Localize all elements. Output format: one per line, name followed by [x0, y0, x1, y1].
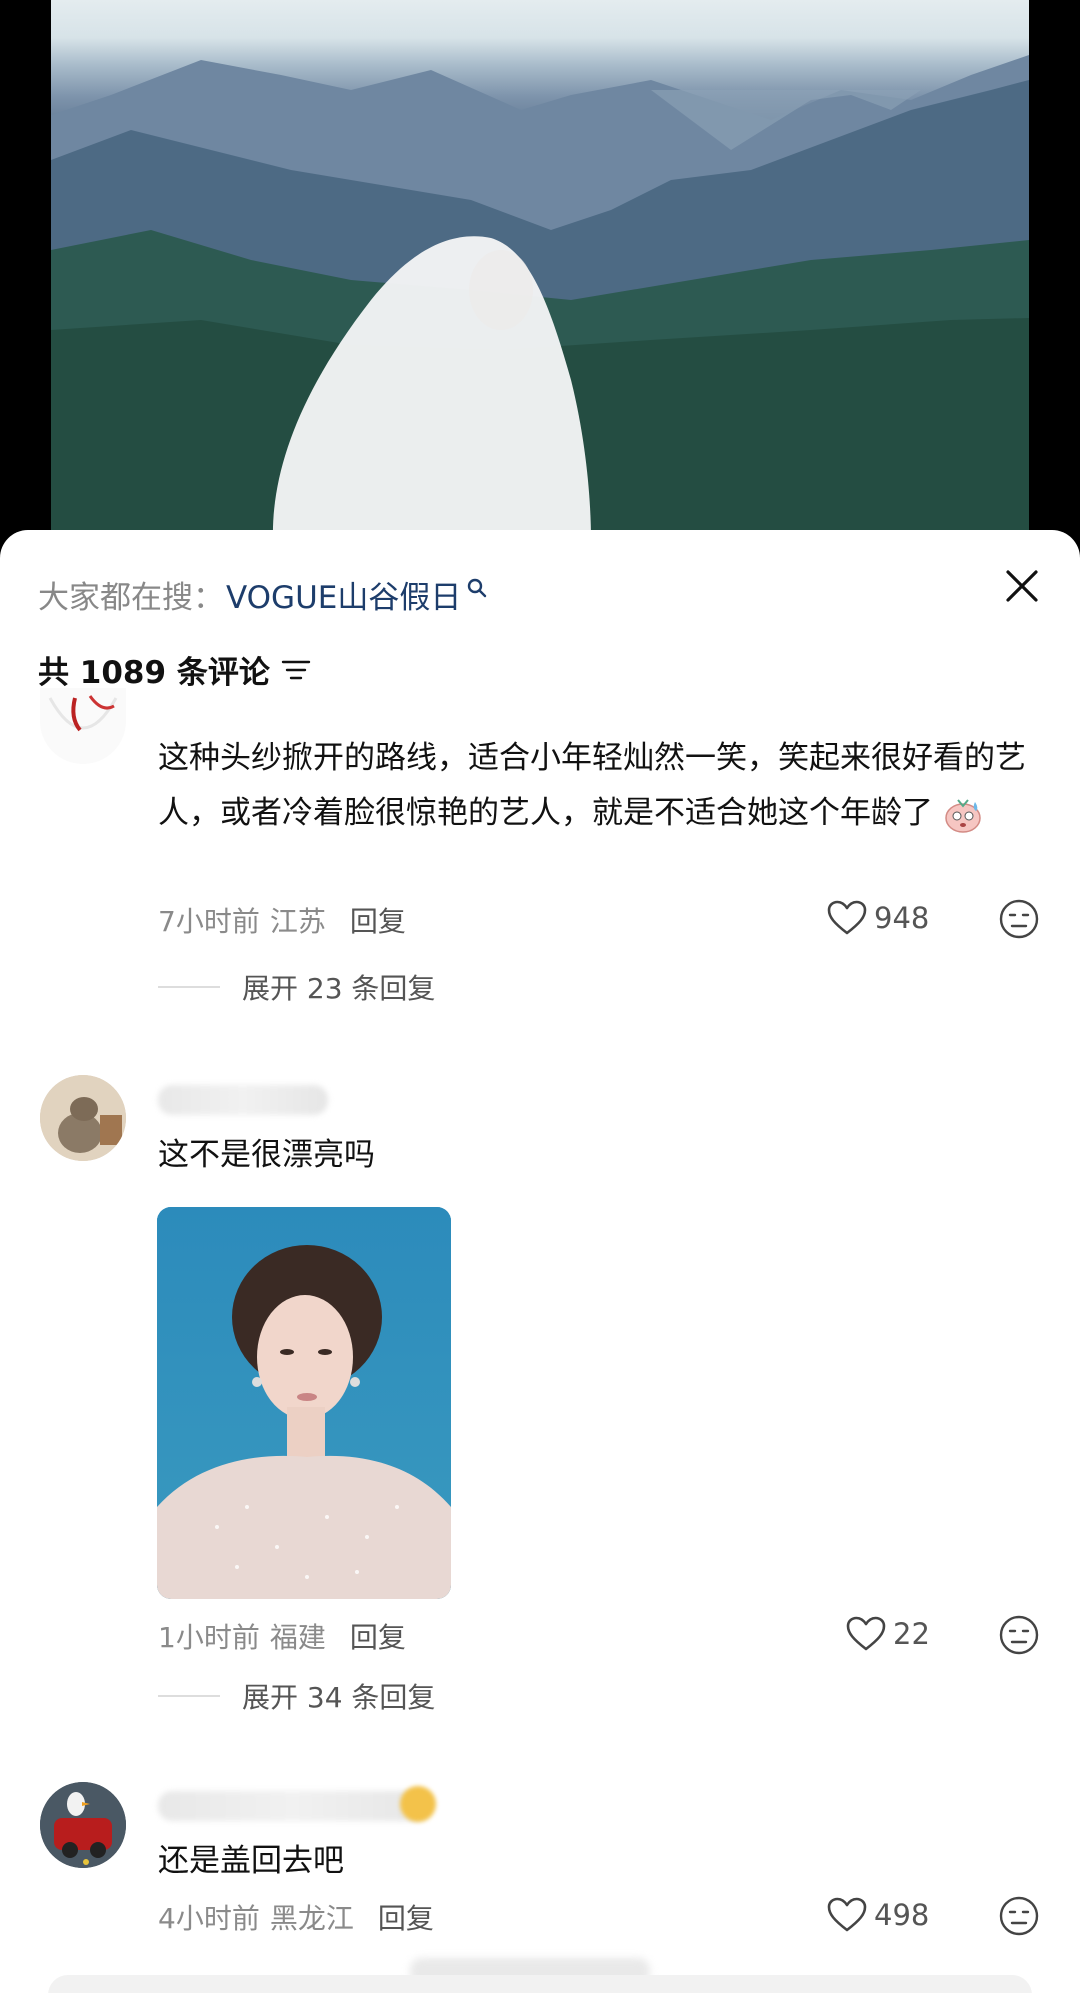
search-suggestion-label: 大家都在搜： [38, 580, 224, 616]
heart-icon [827, 900, 867, 935]
portrait-photo [157, 1207, 451, 1599]
comment-count: 共 1089 条评论 [38, 655, 270, 691]
avatar[interactable] [40, 1075, 126, 1161]
comment-time: 7小时前 [158, 905, 260, 938]
like-count: 948 [874, 901, 930, 935]
expand-replies[interactable]: 展开 23 条回复 [158, 967, 435, 1007]
badge-icon [400, 1786, 436, 1822]
comment-location: 黑龙江 [269, 1902, 354, 1935]
comment-input-bar[interactable] [48, 1975, 1032, 1993]
filter-icon[interactable] [280, 656, 312, 684]
comment-text: 这种头纱掀开的路线，适合小年轻灿然一笑，笑起来很好看的艺人，或者冷着脸很惊艳的艺… [158, 731, 1028, 841]
comment-time: 1小时前 [158, 1621, 260, 1654]
close-icon[interactable] [1002, 566, 1042, 606]
sweat-emoji-icon [945, 798, 981, 833]
emoji-face-icon[interactable] [998, 898, 1040, 940]
heart-icon [827, 1897, 867, 1932]
expand-replies[interactable]: 展开 34 条回复 [158, 1676, 435, 1716]
mountain-scene-image [51, 55, 1029, 540]
username[interactable] [158, 1791, 428, 1821]
expand-replies-label: 展开 23 条回复 [242, 972, 436, 1005]
comment-meta: 7小时前 江苏 回复 [158, 900, 406, 940]
comment-count-header: 共 1089 条评论 [38, 647, 312, 692]
avatar[interactable] [40, 1782, 126, 1868]
emoji-face-icon[interactable] [998, 1614, 1040, 1656]
reply-button[interactable]: 回复 [350, 900, 406, 940]
emoji-face-icon[interactable] [998, 1895, 1040, 1937]
heart-icon [846, 1616, 886, 1651]
video-player[interactable] [51, 0, 1029, 540]
divider [158, 986, 220, 988]
search-suggestion[interactable]: 大家都在搜： VOGUE山谷假日 [38, 572, 489, 617]
search-icon [468, 578, 487, 597]
comment-text: 还是盖回去吧 [158, 1843, 344, 1879]
search-suggestion-query[interactable]: VOGUE山谷假日 [226, 572, 461, 617]
comment-text: 这不是很漂亮吗 [158, 1137, 375, 1173]
like-button[interactable]: 948 [826, 899, 929, 937]
like-count: 498 [874, 1898, 930, 1932]
reply-button[interactable]: 回复 [350, 1616, 406, 1656]
comment-meta: 1小时前 福建 回复 [158, 1616, 406, 1656]
username[interactable] [158, 1085, 328, 1115]
comment-image[interactable] [157, 1207, 451, 1599]
comment-meta: 4小时前 黑龙江 回复 [158, 1897, 434, 1937]
divider [158, 1695, 220, 1697]
reply-button[interactable]: 回复 [378, 1897, 434, 1937]
like-button[interactable]: 22 [845, 1615, 930, 1653]
comment-location: 江苏 [269, 905, 326, 938]
like-count: 22 [893, 1617, 930, 1651]
comment-time: 4小时前 [158, 1902, 260, 1935]
expand-replies-label: 展开 34 条回复 [242, 1681, 436, 1714]
like-button[interactable]: 498 [826, 1896, 929, 1934]
comment-location: 福建 [269, 1621, 326, 1654]
